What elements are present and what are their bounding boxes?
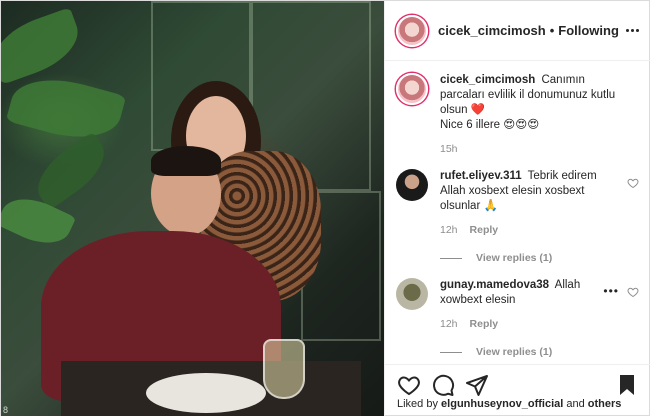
caption: cicek_cimcimosh Canımın parcaları evlili… — [396, 73, 639, 157]
photo-watermark: 8 — [3, 405, 9, 415]
following-button[interactable]: Following — [558, 23, 619, 38]
timestamp[interactable]: 12h — [440, 317, 458, 332]
view-replies-button[interactable]: View replies (1) — [440, 252, 639, 264]
comment-username[interactable]: rufet.eliyev.311 — [440, 170, 522, 182]
avatar[interactable] — [396, 14, 428, 47]
action-bar — [385, 364, 650, 397]
reply-button[interactable]: Reply — [470, 223, 499, 238]
likes-others-link[interactable]: others — [588, 398, 622, 410]
avatar[interactable] — [396, 169, 428, 201]
liked-by-user[interactable]: elgunhuseynov_official — [441, 398, 563, 410]
divider-line — [440, 351, 462, 353]
username-link[interactable]: cicek_cimcimosh — [438, 23, 546, 38]
comments-list: cicek_cimcimosh Canımın parcaları evlili… — [385, 61, 650, 358]
caption-line2: Nice 6 illere — [440, 119, 501, 131]
timestamp[interactable]: 15h — [440, 142, 458, 157]
comment-username[interactable]: gunay.mamedova38 — [440, 279, 549, 291]
avatar[interactable] — [396, 73, 428, 105]
person-hair — [151, 146, 221, 176]
plant-leaf — [5, 67, 127, 150]
instagram-post: 8 cicek_cimcimosh • Following cicek_cimcim… — [0, 0, 650, 416]
likes-prefix: Liked by — [397, 398, 438, 410]
more-options-icon[interactable] — [626, 29, 639, 32]
emoji: 🙏 — [483, 200, 498, 212]
likes-and: and — [566, 398, 585, 410]
plant-leaf — [26, 131, 116, 211]
view-replies-button[interactable]: View replies (1) — [440, 346, 639, 358]
caption-username[interactable]: cicek_cimcimosh — [440, 74, 535, 86]
comment-item: rufet.eliyev.311 Tebrik edirem Allah xos… — [396, 169, 639, 238]
likes-summary: Liked by elgunhuseynov_official and othe… — [397, 398, 621, 410]
heart-icon[interactable] — [397, 373, 421, 397]
timestamp[interactable]: 12h — [440, 223, 458, 238]
view-replies-label: View replies (1) — [476, 346, 553, 358]
post-sidebar: cicek_cimcimosh • Following cicek_cimcimos… — [384, 1, 650, 416]
avatar[interactable] — [396, 278, 428, 310]
heart-icon[interactable] — [627, 177, 639, 189]
plant-leaf — [1, 7, 87, 85]
comment-more-icon[interactable]: ••• — [603, 284, 619, 298]
comment-icon[interactable] — [431, 373, 455, 397]
post-photo[interactable]: 8 — [1, 1, 384, 416]
heart-icon[interactable] — [627, 286, 639, 298]
view-replies-label: View replies (1) — [476, 252, 553, 264]
reply-button[interactable]: Reply — [470, 317, 499, 332]
divider-line — [440, 257, 462, 259]
separator-dot: • — [549, 23, 555, 38]
plate — [146, 373, 266, 413]
share-icon[interactable] — [465, 373, 489, 397]
wine-glass — [263, 339, 305, 399]
heart-emoji: ❤️ — [470, 104, 486, 116]
bookmark-icon[interactable] — [615, 373, 639, 397]
post-header: cicek_cimcimosh • Following — [385, 1, 650, 61]
comment-item: gunay.mamedova38 Allah xowbext elesin 12… — [396, 278, 639, 332]
emoji-group: 😍😍😍 — [503, 119, 540, 131]
